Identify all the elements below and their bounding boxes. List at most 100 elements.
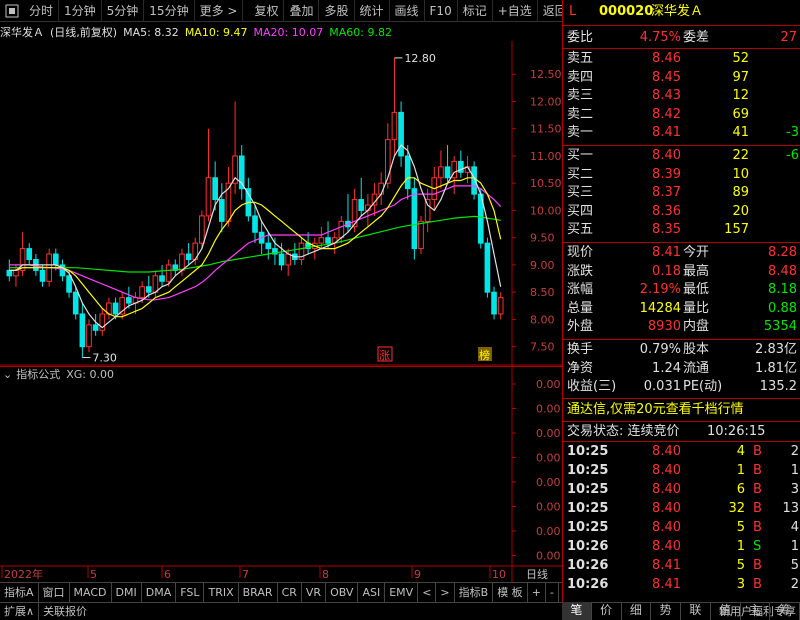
x-tick-label: 10	[492, 568, 506, 581]
indicator-tab[interactable]: ASI	[358, 583, 386, 602]
indicator-tab[interactable]: 窗口	[39, 583, 70, 602]
candlestick-chart[interactable]: 12.50 12.00 11.50 11.00 10.50 10.00 9.50 9.00 8.…	[0, 41, 562, 366]
tick-price: 8.40	[652, 539, 681, 554]
quote-row: 卖三 8.43 12	[563, 87, 800, 105]
divider	[563, 421, 800, 422]
candle-body	[497, 297, 504, 315]
indicator-tab[interactable]: OBV	[326, 583, 359, 602]
indicator-tab[interactable]: CR	[278, 583, 302, 602]
tick-price: 8.40	[652, 444, 681, 459]
toolbar-button[interactable]: 5分钟	[102, 0, 145, 22]
indicator-tab[interactable]: 模 板	[493, 583, 528, 602]
quote-tab[interactable]: 值	[711, 602, 741, 620]
quote-row: 涨跌 0.18 最高 8.48	[563, 263, 800, 281]
quote-tab[interactable]: 笔	[562, 602, 592, 620]
stat-value: 135.2	[759, 379, 797, 394]
related-quote-button[interactable]: 关联报价	[39, 603, 91, 620]
chevron-down-icon[interactable]: ⌄	[3, 368, 12, 381]
quote-row: 10:25 8.40 32 B 13	[563, 500, 800, 518]
candle-body	[318, 237, 325, 244]
indicator-tab[interactable]: <	[418, 583, 437, 602]
indicator-tab[interactable]: DMA	[142, 583, 177, 602]
indicator-tab[interactable]: VR	[302, 583, 327, 602]
tick-time: 10:25	[567, 444, 609, 459]
indicator-tab[interactable]: +	[528, 583, 546, 602]
indicator-tab[interactable]: BRAR	[239, 583, 278, 602]
tick-price: 8.40	[652, 501, 681, 516]
toolbar-button[interactable]: 叠加	[284, 0, 320, 22]
period-button[interactable]: 日线	[526, 567, 548, 581]
indicator-chart[interactable]: 0.00 0.00 0.00 0.00 0.00 0.00 0.00 0.00 2022年 5 6 7…	[0, 366, 562, 582]
indicator-tab[interactable]: EMV	[385, 583, 419, 602]
quote-row: 买一 8.40 22 -6	[563, 147, 800, 165]
stat-value: 2.83亿	[755, 342, 797, 357]
stat-label: 外盘	[567, 319, 594, 334]
quote-row: 10:26 8.40 1 S 1	[563, 538, 800, 556]
indicator-tab[interactable]: -	[546, 583, 559, 602]
indicator-tab[interactable]: DMI	[112, 583, 142, 602]
quote-row: 10:25 8.40 4 B 2	[563, 443, 800, 461]
candle-body	[338, 220, 345, 239]
quote-row: 买五 8.35 157	[563, 221, 800, 239]
tick-side: B	[753, 577, 762, 592]
y-tick-label: 10.50	[530, 177, 562, 190]
chart-mode[interactable]: (日线,前复权)	[50, 24, 117, 40]
subchart-bg	[0, 366, 562, 582]
quote-tab[interactable]: 势	[651, 602, 681, 620]
candle-body	[6, 269, 13, 277]
indicator-tab[interactable]: FSL	[176, 583, 205, 602]
tick-time: 10:25	[567, 463, 609, 478]
bid-volume: 157	[724, 222, 749, 237]
toolbar-button[interactable]: 15分钟	[144, 0, 195, 22]
indicator-tab[interactable]: MACD	[70, 583, 112, 602]
candle-body	[52, 253, 59, 266]
toolbar-button[interactable]: +自选	[493, 0, 538, 22]
bid-price: 8.37	[652, 185, 681, 200]
quote-tab[interactable]: 主	[741, 602, 771, 620]
stat-value: 8.28	[768, 245, 797, 260]
menu-logo-icon[interactable]	[0, 0, 24, 22]
indicator-tab[interactable]: 指标B	[455, 583, 494, 602]
quote-tab[interactable]: 细	[622, 602, 652, 620]
toolbar-button[interactable]: 复权	[249, 0, 285, 22]
toolbar-button[interactable]: 多股	[319, 0, 355, 22]
candle-body	[218, 199, 225, 222]
candle-body	[165, 264, 172, 282]
toolbar-button[interactable]: 统计	[355, 0, 390, 22]
toolbar-button[interactable]: 标记	[458, 0, 493, 22]
flag-badge: L	[569, 4, 577, 19]
y-tick-label: 0.00	[536, 403, 561, 416]
candle-body	[404, 155, 411, 190]
promo-link[interactable]: 通达信,仅需20元查看千档行情	[567, 401, 744, 419]
toolbar-button[interactable]: 更多 >	[195, 0, 244, 22]
quote-tab[interactable]: 筹	[770, 602, 800, 620]
event-flag-list[interactable]: 榜	[478, 347, 492, 362]
y-tick-label: 7.50	[530, 341, 555, 354]
y-tick-label: 0.00	[536, 476, 561, 489]
candle-body	[79, 313, 86, 348]
indicator-tab[interactable]: 指标A	[0, 583, 39, 602]
tick-price: 8.41	[652, 558, 681, 573]
expand-button[interactable]: 扩展∧	[0, 603, 40, 620]
toolbar-button[interactable]: 分时	[24, 0, 60, 22]
bid-label: 买一	[567, 148, 594, 163]
divider	[563, 145, 800, 146]
event-flag-up[interactable]: 涨	[377, 346, 393, 362]
toolbar-button[interactable]: 画线	[390, 0, 425, 22]
stat-label: PE(动)	[683, 379, 723, 394]
toolbar-button[interactable]: 1分钟	[59, 0, 102, 22]
candle-body	[179, 253, 185, 271]
quote-tab[interactable]: 联	[681, 602, 711, 620]
quote-tab[interactable]: 价	[592, 602, 622, 620]
ask-label: 卖三	[567, 88, 594, 103]
divider	[563, 48, 800, 49]
tick-time: 10:25	[567, 501, 609, 516]
indicator-tab[interactable]: >	[436, 583, 455, 602]
y-tick-label: 8.50	[530, 286, 555, 299]
toolbar-button[interactable]: F10	[425, 0, 458, 22]
y-tick-label: 9.50	[530, 232, 555, 245]
x-tick-label: 6	[164, 568, 171, 581]
indicator-tab[interactable]: TRIX	[204, 583, 239, 602]
candle-body	[112, 302, 119, 315]
x-tick-label: 2022年	[4, 567, 43, 581]
